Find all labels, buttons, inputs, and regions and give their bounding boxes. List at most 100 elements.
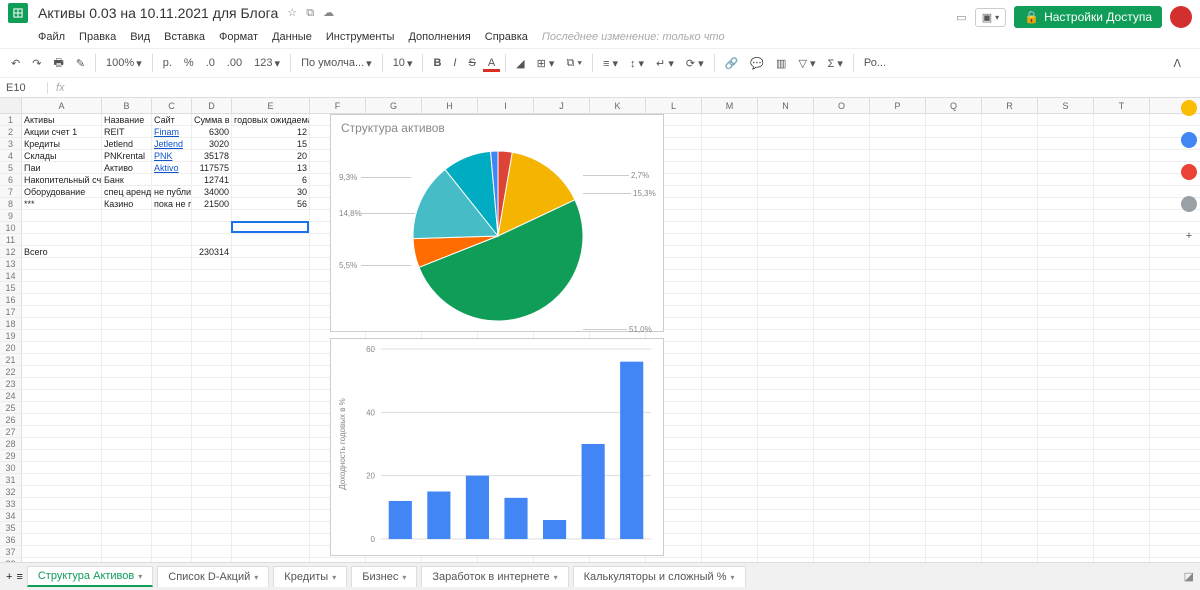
row-header[interactable]: 27 xyxy=(0,426,22,437)
collapse-toolbar-icon[interactable]: ᐱ xyxy=(1168,55,1186,72)
cell[interactable] xyxy=(232,390,310,401)
cell[interactable] xyxy=(1094,186,1150,197)
cell[interactable] xyxy=(982,222,1038,233)
cell[interactable] xyxy=(758,186,814,197)
cell[interactable] xyxy=(192,234,232,245)
cell[interactable]: PNK xyxy=(152,150,192,161)
col-header[interactable]: T xyxy=(1094,98,1150,113)
cell[interactable] xyxy=(152,438,192,449)
cell[interactable] xyxy=(192,534,232,545)
cell[interactable] xyxy=(702,114,758,125)
col-header[interactable]: A xyxy=(22,98,102,113)
cell[interactable] xyxy=(1094,390,1150,401)
cell[interactable] xyxy=(22,222,102,233)
cell[interactable] xyxy=(870,498,926,509)
formula-input[interactable] xyxy=(73,78,1200,97)
sheet-tab[interactable]: Список D-Акций▾ xyxy=(157,566,269,587)
cell[interactable] xyxy=(758,462,814,473)
col-header[interactable]: O xyxy=(814,98,870,113)
cell[interactable] xyxy=(814,162,870,173)
more-toolbar[interactable]: Ро... xyxy=(859,55,891,71)
cell[interactable] xyxy=(702,210,758,221)
cell[interactable] xyxy=(758,150,814,161)
cell[interactable] xyxy=(758,414,814,425)
cell[interactable]: REIT xyxy=(102,126,152,137)
cell[interactable] xyxy=(926,390,982,401)
cell[interactable] xyxy=(926,366,982,377)
cell[interactable] xyxy=(702,222,758,233)
cell[interactable] xyxy=(22,294,102,305)
cell[interactable] xyxy=(870,294,926,305)
menu-edit[interactable]: Правка xyxy=(79,31,116,43)
cell[interactable] xyxy=(814,198,870,209)
cell[interactable] xyxy=(232,510,310,521)
cell[interactable] xyxy=(814,546,870,557)
cell[interactable] xyxy=(232,486,310,497)
cell[interactable]: Кредиты xyxy=(22,138,102,149)
cell[interactable] xyxy=(1038,510,1094,521)
cell[interactable] xyxy=(192,306,232,317)
row-header[interactable]: 11 xyxy=(0,234,22,245)
print-icon[interactable]: 🖶 xyxy=(48,52,68,75)
cell[interactable] xyxy=(192,330,232,341)
cell[interactable] xyxy=(814,354,870,365)
col-header[interactable]: E xyxy=(232,98,310,113)
row-header[interactable]: 20 xyxy=(0,342,22,353)
menu-data[interactable]: Данные xyxy=(272,31,312,43)
cell[interactable] xyxy=(152,354,192,365)
cell[interactable] xyxy=(1038,546,1094,557)
cell[interactable] xyxy=(982,282,1038,293)
cell[interactable] xyxy=(758,210,814,221)
cell[interactable] xyxy=(814,510,870,521)
cell[interactable] xyxy=(152,366,192,377)
cell[interactable] xyxy=(702,402,758,413)
menu-file[interactable]: Файл xyxy=(38,31,65,43)
row-header[interactable]: 26 xyxy=(0,414,22,425)
row-header[interactable]: 6 xyxy=(0,174,22,185)
share-button[interactable]: 🔒 Настройки Доступа xyxy=(1014,6,1162,28)
cell[interactable] xyxy=(102,306,152,317)
cell[interactable] xyxy=(982,186,1038,197)
cell[interactable] xyxy=(758,258,814,269)
cell[interactable] xyxy=(926,234,982,245)
cell[interactable] xyxy=(1038,258,1094,269)
row-header[interactable]: 14 xyxy=(0,270,22,281)
cell[interactable] xyxy=(192,414,232,425)
cell[interactable] xyxy=(702,438,758,449)
cell[interactable] xyxy=(926,426,982,437)
contacts-icon[interactable] xyxy=(1181,196,1197,212)
redo-icon[interactable]: ↷ xyxy=(27,55,46,72)
cell[interactable] xyxy=(870,258,926,269)
cell[interactable] xyxy=(758,366,814,377)
cell[interactable] xyxy=(1038,198,1094,209)
cell[interactable] xyxy=(982,342,1038,353)
cell[interactable] xyxy=(982,546,1038,557)
comment-icon[interactable]: 💬 xyxy=(745,55,769,72)
cell[interactable] xyxy=(152,270,192,281)
cell[interactable] xyxy=(870,174,926,185)
col-header[interactable]: D xyxy=(192,98,232,113)
cell[interactable] xyxy=(814,534,870,545)
cell[interactable] xyxy=(982,174,1038,185)
cell[interactable] xyxy=(758,198,814,209)
cell[interactable] xyxy=(1038,126,1094,137)
cell[interactable] xyxy=(102,426,152,437)
cell[interactable] xyxy=(982,390,1038,401)
cell[interactable] xyxy=(1038,234,1094,245)
cell[interactable] xyxy=(926,258,982,269)
cell[interactable] xyxy=(926,114,982,125)
menu-addons[interactable]: Дополнения xyxy=(408,31,470,43)
cell[interactable]: 230314 xyxy=(192,246,232,257)
cell[interactable] xyxy=(1094,246,1150,257)
cell[interactable] xyxy=(702,270,758,281)
cell[interactable] xyxy=(926,438,982,449)
fill-color-icon[interactable]: ◢ xyxy=(511,55,529,72)
cell[interactable] xyxy=(1038,162,1094,173)
bar-chart[interactable]: 0204060Доходность годовых в % xyxy=(330,338,664,556)
cell[interactable] xyxy=(152,330,192,341)
row-header[interactable]: 31 xyxy=(0,474,22,485)
cell[interactable] xyxy=(926,162,982,173)
explore-icon[interactable]: ◪ xyxy=(1184,570,1194,583)
cell[interactable] xyxy=(22,270,102,281)
row-header[interactable]: 16 xyxy=(0,294,22,305)
